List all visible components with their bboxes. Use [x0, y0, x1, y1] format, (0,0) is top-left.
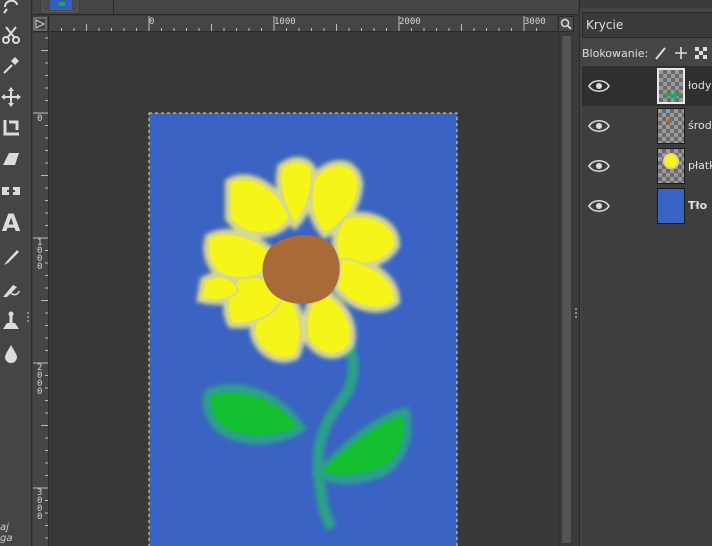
smudge-tool-icon[interactable] — [0, 342, 22, 364]
ruler-label: 2000 — [37, 363, 43, 397]
dock-resize-handle[interactable] — [574, 306, 578, 324]
move-tool-icon[interactable] — [0, 86, 22, 108]
lock-pixels-icon[interactable] — [654, 46, 668, 60]
quick-mask-toggle[interactable] — [33, 16, 49, 32]
lock-alpha-icon[interactable] — [694, 46, 708, 60]
layer-row-platki[interactable]: płatk — [582, 146, 712, 186]
ruler-label: 1000 — [37, 238, 43, 272]
magnifier-icon — [560, 18, 572, 30]
vertical-ruler[interactable]: 0 1000 2000 3000 — [33, 33, 49, 546]
layer-mode-select[interactable]: Krycie — [582, 12, 712, 38]
clone-tool-icon[interactable] — [0, 310, 22, 332]
fuzzy-lasso-tool-icon[interactable] — [0, 0, 22, 16]
scissors-select-tool-icon[interactable] — [0, 24, 22, 46]
layer-name[interactable]: łodyg — [688, 79, 712, 92]
horizontal-ruler[interactable]: 0 1000 2000 3000 — [50, 16, 557, 32]
ruler-label: 3000 — [37, 488, 43, 522]
layer-row-lodyga[interactable]: łodyg — [582, 66, 712, 106]
gimp-window: A aj ga 0 1000 2000 3000 0 1000 2000 300… — [0, 0, 712, 546]
text-tool-icon[interactable]: A — [0, 209, 22, 237]
ink-tool-icon[interactable] — [0, 278, 22, 300]
color-picker-tool-icon[interactable] — [0, 54, 22, 76]
dock-header — [580, 0, 712, 8]
layer-name[interactable]: płatk — [688, 159, 712, 172]
eye-icon[interactable] — [588, 77, 610, 95]
tool-options-hint: aj ga — [0, 522, 12, 544]
eye-icon[interactable] — [588, 157, 610, 175]
crop-tool-icon[interactable] — [0, 117, 22, 139]
layer-thumbnail — [657, 108, 685, 144]
lock-label: Blokowanie: — [582, 46, 649, 60]
ruler-label: 1000 — [274, 17, 296, 27]
canvas-area[interactable] — [50, 33, 557, 546]
layer-name[interactable]: Tło — [688, 199, 707, 212]
paintbrush-tool-icon[interactable] — [0, 246, 22, 268]
hint-line: aj — [0, 522, 9, 533]
layer-row-tlo[interactable]: Tło — [582, 186, 712, 226]
image-tabs — [33, 0, 578, 15]
eye-icon[interactable] — [588, 197, 610, 215]
layer-thumbnail — [657, 188, 685, 224]
image-canvas[interactable] — [50, 33, 557, 546]
vertical-scrollbar[interactable] — [558, 33, 574, 546]
zoom-fit-button[interactable] — [558, 16, 574, 32]
image-tab[interactable] — [42, 0, 78, 12]
layer-thumbnail — [657, 148, 685, 184]
perspective-tool-icon[interactable] — [0, 148, 22, 170]
toolbox-resize-handle[interactable] — [26, 310, 30, 328]
tab-divider — [113, 0, 114, 15]
layers-dock: Krycie Blokowanie: łodyg środe — [575, 0, 712, 546]
lock-row: Blokowanie: — [582, 44, 712, 62]
ruler-label: 2000 — [399, 17, 421, 27]
lock-position-icon[interactable] — [674, 46, 688, 60]
hint-line: ga — [0, 533, 13, 544]
toolbox: A aj ga — [0, 0, 32, 546]
eye-icon[interactable] — [588, 117, 610, 135]
layer-thumbnail — [657, 68, 685, 104]
layers-list: łodyg środe płatk Tło — [582, 66, 712, 546]
ruler-label: 0 — [149, 17, 155, 27]
flip-tool-icon[interactable] — [0, 180, 22, 202]
ruler-label: 0 — [37, 114, 43, 124]
layer-name[interactable]: środe — [688, 119, 712, 132]
layer-row-srodek[interactable]: środe — [582, 106, 712, 146]
ruler-label: 3000 — [524, 17, 546, 27]
